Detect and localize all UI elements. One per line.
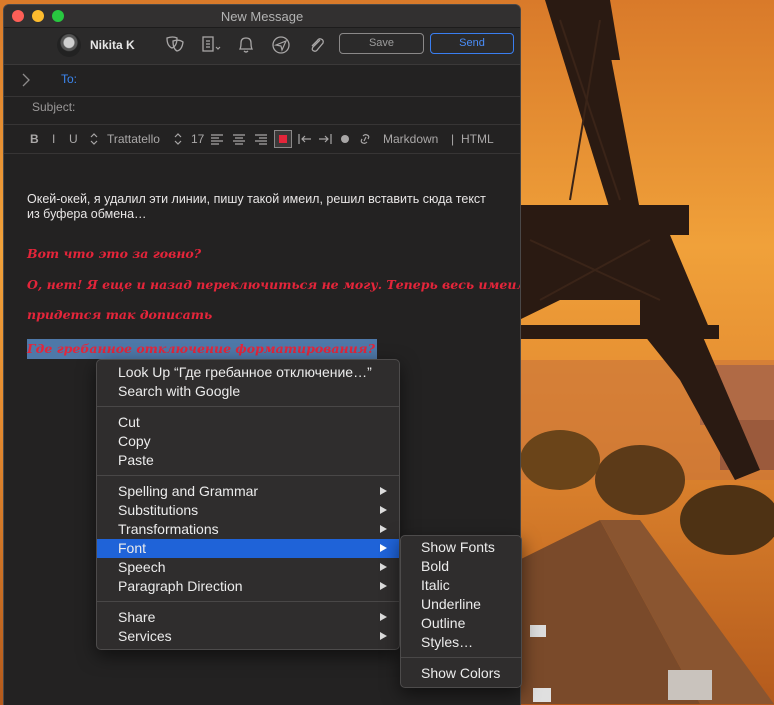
menu-item-paragraph-direction[interactable]: Paragraph Direction — [97, 577, 399, 596]
bullet-list-icon[interactable] — [340, 133, 350, 145]
submenu-arrow-icon — [380, 506, 387, 514]
sender-name[interactable]: Nikita K — [90, 38, 135, 52]
submenu-item-underline[interactable]: Underline — [401, 595, 521, 614]
menu-item-font[interactable]: Font — [97, 539, 399, 558]
bell-icon[interactable] — [235, 35, 257, 55]
text-color-well[interactable] — [274, 130, 292, 148]
italic-button[interactable]: I — [52, 132, 55, 146]
text-selection[interactable]: Где гребанное отключение форматирования? — [27, 339, 377, 359]
submenu-arrow-icon — [380, 613, 387, 621]
message-red-line-2[interactable]: О, нет! Я еще и назад переключиться не м… — [27, 277, 520, 292]
align-right-icon[interactable] — [254, 133, 268, 145]
menu-separator — [97, 601, 399, 602]
send-later-icon[interactable] — [270, 35, 292, 55]
send-button[interactable]: Send — [430, 33, 514, 54]
subject-field-label: Subject: — [32, 100, 76, 114]
menu-item-speech[interactable]: Speech — [97, 558, 399, 577]
title-bar: New Message — [4, 5, 520, 28]
menu-item-cut[interactable]: Cut — [97, 413, 399, 432]
menu-item-services[interactable]: Services — [97, 627, 399, 646]
window-title: New Message — [220, 9, 304, 24]
avatar[interactable] — [57, 33, 81, 57]
menu-item-substitutions[interactable]: Substitutions — [97, 501, 399, 520]
submenu-item-bold[interactable]: Bold — [401, 557, 521, 576]
to-field-label[interactable]: To: — [61, 72, 77, 86]
font-stepper-icon[interactable] — [90, 133, 98, 145]
font-size-select[interactable]: 17 — [191, 132, 204, 146]
selected-text-line[interactable]: Где гребанное отключение форматирования? — [27, 339, 377, 359]
menu-item-paste[interactable]: Paste — [97, 451, 399, 470]
align-left-icon[interactable] — [210, 133, 224, 145]
submenu-arrow-icon — [380, 487, 387, 495]
size-stepper-icon[interactable] — [174, 133, 182, 145]
templates-icon[interactable] — [200, 35, 222, 55]
message-red-line-3[interactable]: придется так дописать — [27, 307, 212, 322]
masks-icon[interactable] — [164, 35, 186, 55]
subject-row[interactable]: Subject: — [4, 93, 520, 125]
html-toggle[interactable]: HTML — [461, 132, 494, 146]
indent-icon[interactable] — [318, 133, 332, 145]
menu-item-copy[interactable]: Copy — [97, 432, 399, 451]
bold-button[interactable]: B — [30, 132, 39, 146]
submenu-arrow-icon — [380, 525, 387, 533]
menu-separator — [97, 475, 399, 476]
font-submenu: Show Fonts Bold Italic Underline Outline… — [400, 535, 522, 688]
menu-item-search-google[interactable]: Search with Google — [97, 382, 399, 401]
align-center-icon[interactable] — [232, 133, 246, 145]
submenu-arrow-icon — [380, 563, 387, 571]
menu-item-transformations[interactable]: Transformations — [97, 520, 399, 539]
menu-item-share[interactable]: Share — [97, 608, 399, 627]
menu-separator — [97, 406, 399, 407]
format-separator: | — [451, 132, 455, 146]
submenu-item-show-colors[interactable]: Show Colors — [401, 664, 521, 683]
context-menu: Look Up “Где гребанное отключение…” Sear… — [96, 359, 400, 650]
underline-button[interactable]: U — [69, 132, 78, 146]
submenu-arrow-icon — [380, 582, 387, 590]
outdent-icon[interactable] — [298, 133, 312, 145]
link-icon[interactable] — [358, 133, 372, 145]
submenu-arrow-icon — [380, 632, 387, 640]
menu-item-look-up[interactable]: Look Up “Где гребанное отключение…” — [97, 363, 399, 382]
font-name-select[interactable]: Trattatello — [107, 132, 160, 146]
message-body-text[interactable]: Окей-окей, я удалил эти линии, пишу тако… — [27, 192, 497, 222]
submenu-item-show-fonts[interactable]: Show Fonts — [401, 538, 521, 557]
message-red-line-1[interactable]: Вот что это за говно? — [27, 246, 201, 261]
paperclip-icon[interactable] — [306, 35, 328, 55]
compose-toolbar: Nikita K Save Send — [4, 28, 520, 65]
save-button[interactable]: Save — [339, 33, 424, 54]
formatting-bar: B I U Trattatello 17 Markdown | HTML — [4, 125, 520, 154]
chevron-right-icon[interactable] — [21, 73, 31, 87]
submenu-item-italic[interactable]: Italic — [401, 576, 521, 595]
submenu-separator — [401, 657, 521, 658]
menu-item-spelling[interactable]: Spelling and Grammar — [97, 482, 399, 501]
submenu-item-outline[interactable]: Outline — [401, 614, 521, 633]
submenu-item-styles[interactable]: Styles… — [401, 633, 521, 652]
submenu-arrow-icon — [380, 544, 387, 552]
markdown-toggle[interactable]: Markdown — [383, 132, 438, 146]
